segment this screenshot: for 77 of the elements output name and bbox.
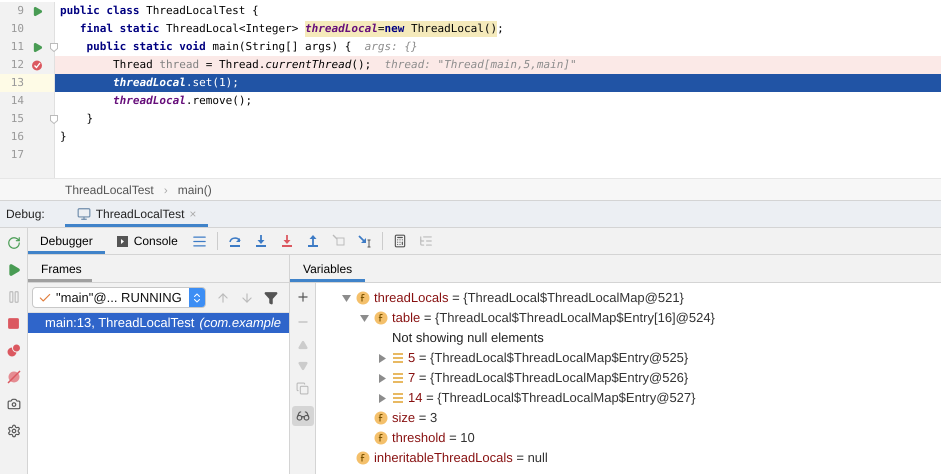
code-line: public class ThreadLocalTest { xyxy=(59,2,259,19)
line-number: 17 xyxy=(10,146,24,163)
variable-row[interactable]: size = 3 xyxy=(374,408,438,428)
drop-frame-icon[interactable] xyxy=(332,234,346,248)
settings-icon[interactable] xyxy=(6,424,20,438)
evaluate-icon[interactable] xyxy=(392,234,407,248)
field-icon xyxy=(374,431,388,445)
breadcrumb[interactable]: main() xyxy=(178,180,212,198)
force-step-into-icon[interactable] xyxy=(280,234,294,248)
field-icon xyxy=(374,411,388,425)
variable-row[interactable]: 5 = {ThreadLocal$ThreadLocalMap$Entry@525} xyxy=(392,348,688,368)
resume-icon[interactable] xyxy=(6,263,20,277)
mute-breakpoints-icon[interactable] xyxy=(6,370,20,384)
expand-arrow-icon[interactable] xyxy=(378,374,386,382)
variable-row[interactable]: threshold = 10 xyxy=(374,428,475,448)
glasses-icon xyxy=(296,409,310,423)
tool-tab[interactable]: Console xyxy=(104,228,190,254)
array-element-icon xyxy=(392,392,404,404)
layout-icon[interactable] xyxy=(192,234,207,248)
expand-arrow-icon[interactable] xyxy=(378,394,386,402)
next-frame-icon[interactable] xyxy=(240,290,254,304)
add-watch-icon[interactable] xyxy=(296,290,310,304)
code-line: threadLocal.set(1); xyxy=(112,74,239,91)
console-icon xyxy=(116,236,128,246)
field-icon xyxy=(356,291,370,305)
fold-marker-icon[interactable] xyxy=(50,42,58,52)
tree-message: Not showing null elements xyxy=(392,329,544,348)
breakpoint-icon[interactable] xyxy=(31,59,43,71)
trace-icon[interactable] xyxy=(418,234,433,248)
debug-label: Debug: xyxy=(6,206,45,223)
variable-row[interactable]: 7 = {ThreadLocal$ThreadLocalMap$Entry@526} xyxy=(392,368,688,388)
line-number: 14 xyxy=(10,92,24,109)
frame-item[interactable]: main:13, ThreadLocalTest (com.example xyxy=(28,313,289,333)
line-number: 11 xyxy=(10,38,24,55)
code-line: public static void main(String[] args) { args: {} xyxy=(85,38,418,55)
step-out-icon[interactable] xyxy=(306,234,320,248)
expand-arrow-icon[interactable] xyxy=(378,354,386,362)
stop-icon[interactable] xyxy=(7,317,20,330)
line-number: 15 xyxy=(10,110,24,127)
variable-row[interactable]: table = {ThreadLocal$ThreadLocalMap$Entry[16]@524} xyxy=(374,308,715,328)
dropdown-arrows-icon xyxy=(191,292,203,304)
watches-toggle-button[interactable] xyxy=(292,406,314,426)
variable-row[interactable]: threadLocals = {ThreadLocal$ThreadLocalMap@521} xyxy=(356,288,684,308)
previous-frame-icon[interactable] xyxy=(216,290,230,304)
code-line: } xyxy=(59,128,67,145)
array-element-icon xyxy=(392,352,404,364)
field-icon xyxy=(356,451,370,465)
collapse-arrow-icon[interactable] xyxy=(342,294,350,302)
code-line: threadLocal.remove(); xyxy=(112,92,252,109)
line-number: 9 xyxy=(16,2,24,19)
variable-row[interactable]: inheritableThreadLocals = null xyxy=(356,448,548,468)
line-number: 16 xyxy=(10,128,24,145)
variable-row[interactable]: 14 = {ThreadLocal$ThreadLocalMap$Entry@527} xyxy=(392,388,696,408)
pause-icon[interactable] xyxy=(6,290,20,304)
breadcrumb-separator: › xyxy=(164,182,168,198)
code-line: final static ThreadLocal<Integer> threadLocal=new ThreadLocal(); xyxy=(55,20,504,38)
thread-dropdown[interactable]: "main"@... RUNNING xyxy=(32,287,206,308)
line-number: 12 xyxy=(10,56,24,73)
code-line: Thread thread = Thread.currentThread(); thread: "Thread[main,5,main]" xyxy=(112,56,577,73)
copy-icon[interactable] xyxy=(296,382,309,395)
run-icon[interactable] xyxy=(32,6,42,16)
breadcrumb[interactable]: ThreadLocalTest xyxy=(65,180,154,198)
run-to-cursor-icon[interactable] xyxy=(358,234,372,248)
array-element-icon xyxy=(392,372,404,384)
view-breakpoints-icon[interactable] xyxy=(6,343,20,357)
fold-marker-icon[interactable] xyxy=(50,114,58,124)
collapse-arrow-icon[interactable] xyxy=(360,314,368,322)
line-number: 10 xyxy=(10,20,24,37)
line-number: 13 xyxy=(10,74,24,91)
field-icon xyxy=(374,311,388,325)
run-config-icon xyxy=(76,207,91,221)
filter-icon[interactable] xyxy=(264,290,278,304)
camera-icon[interactable] xyxy=(6,397,20,411)
code-line: } xyxy=(85,110,94,127)
step-into-icon[interactable] xyxy=(254,234,268,248)
rerun-icon[interactable] xyxy=(6,236,20,250)
run-icon[interactable] xyxy=(32,42,42,52)
